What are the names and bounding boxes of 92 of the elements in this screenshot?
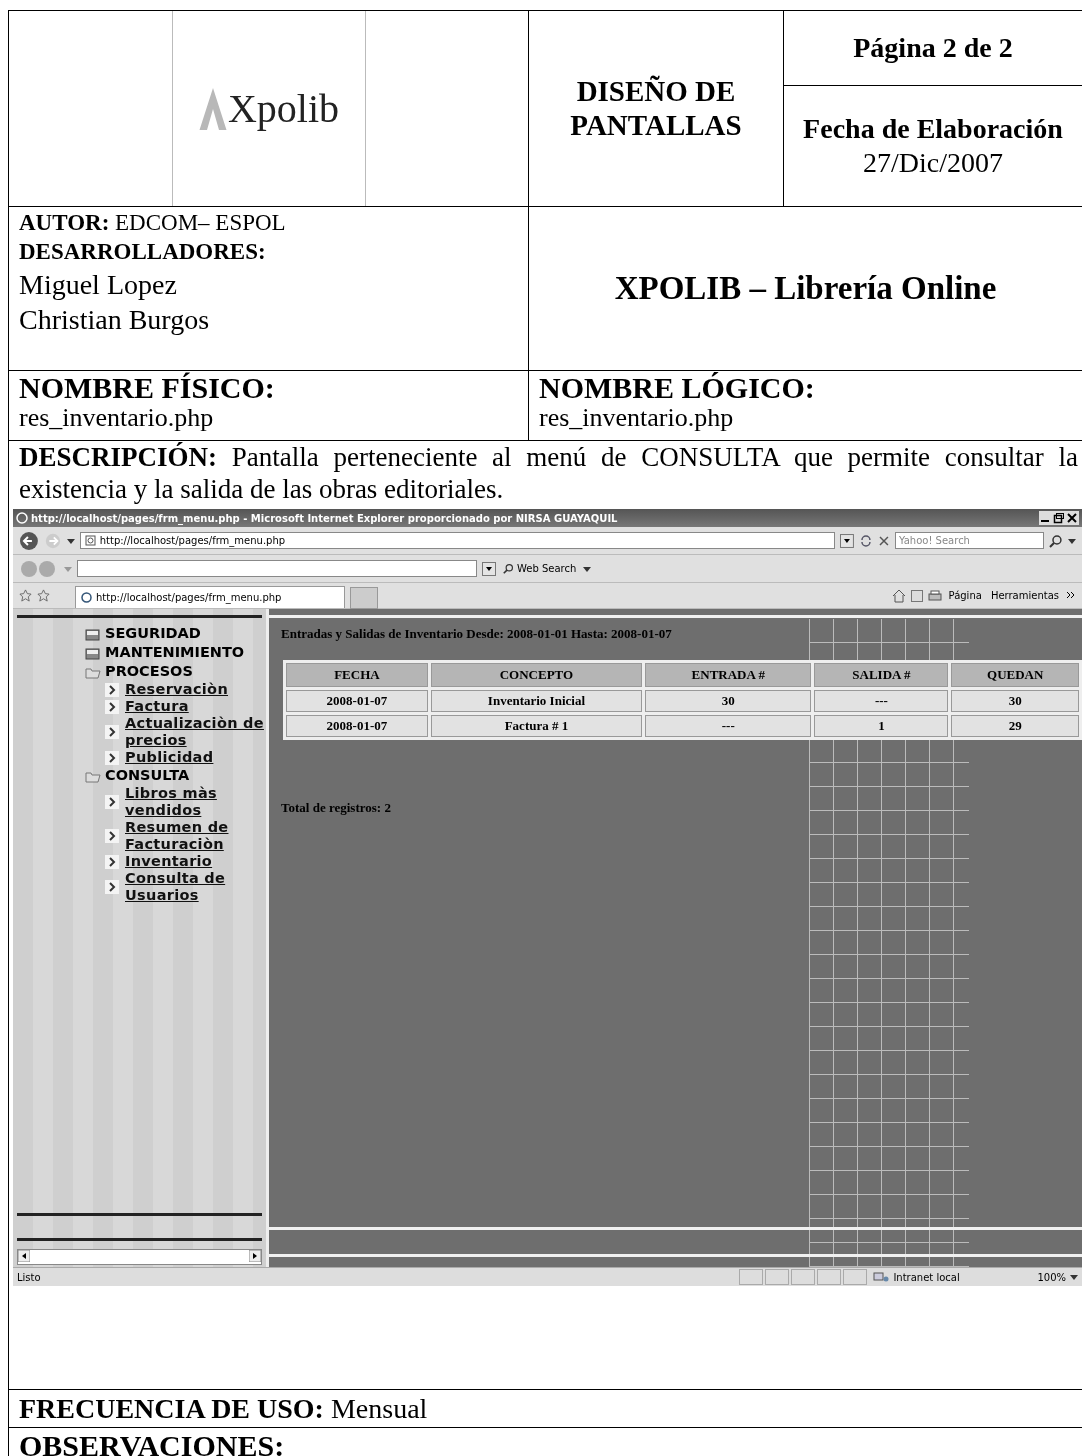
developers-label: DESARROLLADORES: <box>19 237 267 266</box>
scroll-right-icon[interactable] <box>249 1250 261 1262</box>
dropdown-icon[interactable] <box>482 561 496 576</box>
page-icon <box>81 592 92 603</box>
usage-frequency: FRECUENCIA DE USO: Mensual <box>19 1394 428 1423</box>
menu-group[interactable]: CONSULTA <box>85 766 266 785</box>
close-icon[interactable] <box>1066 512 1078 524</box>
menu-link[interactable]: Publicidad <box>125 749 214 766</box>
column-header: QUEDAN <box>951 663 1079 687</box>
column-header: ENTRADA # <box>645 663 812 687</box>
menu-link[interactable]: Actualizaciòn de precios <box>125 715 265 749</box>
caret-icon[interactable] <box>583 564 592 573</box>
menu-link[interactable]: Resumen de Facturaciòn <box>125 819 265 853</box>
report-heading: Entradas y Salidas de Inventario Desde: 2008-01-01 Hasta: 2008-01-07 <box>281 626 673 642</box>
browser-tab[interactable]: http://localhost/pages/frm_menu.php <box>75 586 345 608</box>
menu-group[interactable]: MANTENIMIENTO <box>85 643 266 662</box>
more-icon[interactable] <box>1066 590 1076 601</box>
add-favorite-icon[interactable] <box>37 589 50 602</box>
menu-link[interactable]: Consulta de Usuarios <box>125 870 265 904</box>
bullet-icon <box>105 699 119 714</box>
logo-text: Xpolib <box>227 85 340 132</box>
table-cell: 1 <box>814 715 949 737</box>
table-cell: 2008-01-07 <box>286 715 428 737</box>
caret-icon[interactable] <box>1070 1273 1078 1281</box>
caret-icon[interactable] <box>1068 536 1076 545</box>
table-cell: Factura # 1 <box>430 715 643 737</box>
author-text: AUTOR: EDCOM– ESPOL <box>19 209 287 237</box>
logical-name-value: res_inventario.php <box>539 404 735 433</box>
bullet-icon <box>105 880 119 894</box>
table-cell: --- <box>814 690 949 712</box>
folder-icon <box>85 626 101 641</box>
page-number: Página 2 de 2 <box>853 32 1013 64</box>
browser-logo-icon <box>16 512 28 524</box>
page-icon <box>84 535 96 546</box>
bullet-icon <box>105 682 119 697</box>
network-icon <box>873 1271 890 1283</box>
scroll-left-icon[interactable] <box>18 1250 30 1262</box>
bullet-icon <box>105 750 119 765</box>
horizontal-scrollbar[interactable] <box>17 1249 262 1265</box>
document-title: DISEÑO DE PANTALLAS <box>569 75 743 142</box>
maximize-icon[interactable] <box>1053 512 1065 524</box>
window-title: http://localhost/pages/frm_menu.php - Microsoft Internet Explorer proporcionado por NIRSA GUAYAQUIL <box>31 512 618 524</box>
table-cell: 30 <box>645 690 812 712</box>
folder-icon <box>85 645 101 660</box>
date-label: Fecha de Elaboración <box>803 112 1063 146</box>
developer-name: Miguel Lopez <box>19 267 178 302</box>
tools-menu[interactable]: Herramientas <box>988 590 1061 601</box>
page-menu[interactable]: Página <box>946 590 984 601</box>
bullet-icon <box>105 795 119 809</box>
favorites-star-icon[interactable] <box>19 589 32 602</box>
security-zone: Intranet local <box>893 1271 960 1283</box>
bullet-icon <box>105 854 119 869</box>
bullet-icon <box>105 725 119 739</box>
zoom-control[interactable]: 100% <box>1035 1271 1068 1283</box>
total-records: Total de registros: 2 <box>281 800 392 816</box>
developer-name: Christian Burgos <box>19 302 211 337</box>
column-header: SALIDA # <box>814 663 949 687</box>
web-search-button[interactable]: Web Search <box>501 563 579 574</box>
address-field[interactable]: http://localhost/pages/frm_menu.php <box>79 532 836 549</box>
menu-link[interactable]: Inventario <box>125 853 213 870</box>
table-cell: 2008-01-07 <box>286 690 428 712</box>
print-icon[interactable] <box>927 589 942 602</box>
table-cell: 30 <box>951 690 1079 712</box>
stop-icon[interactable] <box>878 534 890 547</box>
observations-label: OBSERVACIONES: <box>19 1431 285 1456</box>
system-name: XPOLIB – Librería Online <box>614 270 997 307</box>
table-cell: Inventario Inicial <box>430 690 643 712</box>
date-value: 27/Dic/2007 <box>863 146 1003 180</box>
dropdown-icon[interactable] <box>840 533 855 548</box>
refresh-icon[interactable] <box>859 533 874 548</box>
menu-link[interactable]: Factura <box>125 698 189 715</box>
search-icon[interactable] <box>1049 533 1064 548</box>
menu-group[interactable]: SEGURIDAD <box>85 624 266 643</box>
toolbar-search-field[interactable] <box>77 560 477 577</box>
table-cell: --- <box>645 715 812 737</box>
physical-name-value: res_inventario.php <box>19 404 215 433</box>
physical-name-label: NOMBRE FÍSICO: <box>19 371 276 404</box>
home-icon[interactable] <box>891 588 906 603</box>
column-header: CONCEPTO <box>430 663 643 687</box>
menu-link[interactable]: Libros màs vendidos <box>125 785 265 819</box>
bullet-icon <box>105 829 119 843</box>
search-field[interactable]: Yahoo! Search <box>895 532 1045 549</box>
description-text: DESCRIPCIÓN: Pantalla perteneciente al menú de CONSULTA que permite consultar la existencia y la salida de las obras editoriales. <box>19 441 1078 506</box>
back-icon[interactable] <box>19 530 39 551</box>
search-icon <box>503 563 514 574</box>
table-cell: 29 <box>951 715 1079 737</box>
logical-name-label: NOMBRE LÓGICO: <box>539 371 816 404</box>
caret-icon[interactable] <box>66 536 75 545</box>
menu-group[interactable]: PROCESOS <box>85 662 266 681</box>
column-header: FECHA <box>286 663 428 687</box>
menu-link[interactable]: Reservaciòn <box>125 681 228 698</box>
status-text: Listo <box>17 1271 41 1283</box>
